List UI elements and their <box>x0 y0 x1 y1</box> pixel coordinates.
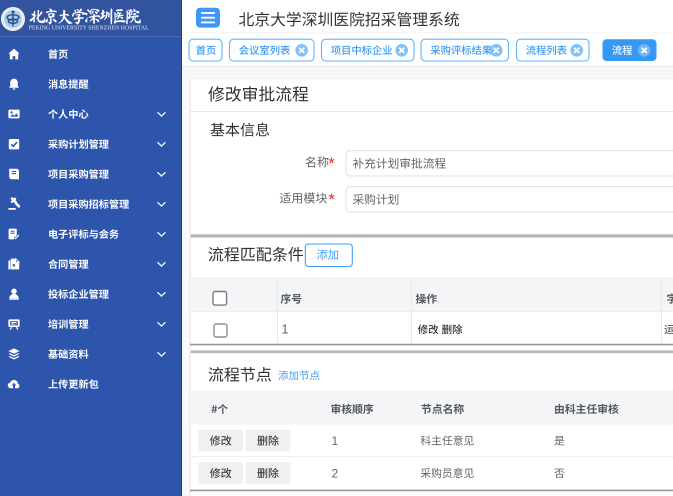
svg-text:1: 1 <box>282 323 289 337</box>
svg-text:1: 1 <box>332 434 339 448</box>
svg-text:*: * <box>328 154 335 173</box>
svg-text:2: 2 <box>332 466 339 480</box>
svg-text:PEKING UNIVERSITY SHENZHEN HOS: PEKING UNIVERSITY SHENZHEN HOSPITAL <box>29 25 149 31</box>
svg-text:*: * <box>328 190 335 209</box>
